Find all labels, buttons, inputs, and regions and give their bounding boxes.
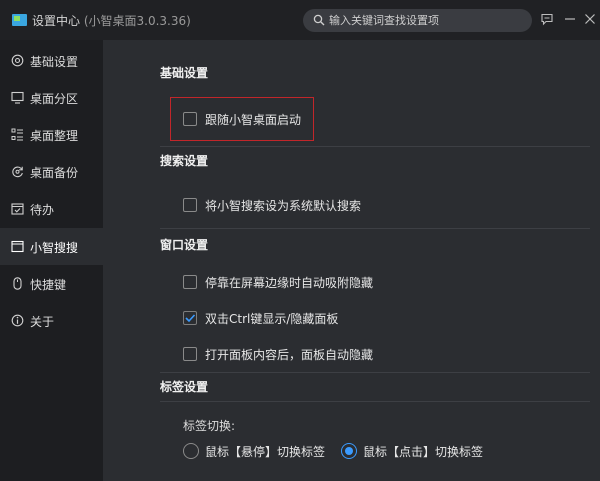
sidebar-item-label: 待办 xyxy=(30,203,55,217)
tab-switch-label: 标签切换: xyxy=(183,419,236,433)
sidebar-item-xiaozhi-search[interactable]: 小智搜搜 xyxy=(0,228,103,265)
sidebar: 基础设置 桌面分区 桌面整理 桌面备份 待办 小智搜搜 快捷键 关于 xyxy=(0,40,103,481)
calendar-check-icon xyxy=(11,203,24,215)
feedback-icon[interactable] xyxy=(540,12,554,26)
backup-icon xyxy=(12,166,23,178)
radio-label-click: 鼠标【点击】切换标签 xyxy=(363,445,484,459)
app-logo-icon xyxy=(12,14,27,26)
monitor-icon xyxy=(11,91,24,104)
sidebar-item-desktop-organize[interactable]: 桌面整理 xyxy=(0,116,103,153)
option-label: 停靠在屏幕边缘时自动吸附隐藏 xyxy=(205,276,374,290)
option-label: 双击Ctrl键显示/隐藏面板 xyxy=(205,312,339,326)
option-label: 打开面板内容后，面板自动隐藏 xyxy=(205,348,374,362)
checkbox[interactable] xyxy=(183,275,197,289)
divider xyxy=(160,372,590,373)
radio-click-switch[interactable] xyxy=(341,443,357,459)
close-icon[interactable] xyxy=(583,12,597,26)
sidebar-item-label: 桌面整理 xyxy=(30,129,79,143)
window-icon xyxy=(11,240,24,253)
divider xyxy=(160,146,590,147)
checkbox[interactable] xyxy=(183,311,197,325)
section-title-search: 搜索设置 xyxy=(160,154,209,168)
sidebar-item-desktop-partition[interactable]: 桌面分区 xyxy=(0,79,103,116)
window-title-text: 设置中心 xyxy=(32,14,81,28)
settings-circle-icon xyxy=(11,54,24,67)
checkbox[interactable] xyxy=(183,112,197,126)
search-input[interactable] xyxy=(329,9,524,32)
sidebar-item-shortcuts[interactable]: 快捷键 xyxy=(0,265,103,302)
mouse-icon xyxy=(13,277,22,290)
divider xyxy=(160,401,590,402)
search-icon xyxy=(313,14,325,26)
info-icon xyxy=(11,314,24,327)
window-title: 设置中心 (小智桌面3.0.3.36) xyxy=(32,12,191,29)
sidebar-item-label: 基础设置 xyxy=(30,55,79,69)
sidebar-item-basic-settings[interactable]: 基础设置 xyxy=(0,42,103,79)
section-title-tabs: 标签设置 xyxy=(160,380,209,394)
sidebar-item-label: 小智搜搜 xyxy=(30,241,79,255)
radio-label-hover: 鼠标【悬停】切换标签 xyxy=(205,445,326,459)
sidebar-item-about[interactable]: 关于 xyxy=(0,302,103,339)
app-version: (小智桌面3.0.3.36) xyxy=(83,14,191,28)
sidebar-item-label: 桌面分区 xyxy=(30,92,79,106)
sidebar-item-label: 快捷键 xyxy=(30,278,67,292)
option-label: 将小智搜索设为系统默认搜索 xyxy=(205,199,362,213)
minimize-icon[interactable] xyxy=(563,12,577,26)
option-label: 跟随小智桌面启动 xyxy=(205,113,302,127)
radio-hover-switch[interactable] xyxy=(183,443,199,459)
search-box[interactable] xyxy=(303,9,532,32)
organize-icon xyxy=(11,128,23,141)
sidebar-item-todo[interactable]: 待办 xyxy=(0,190,103,227)
section-title-basic: 基础设置 xyxy=(160,66,209,80)
divider xyxy=(160,228,590,229)
title-bar: 设置中心 (小智桌面3.0.3.36) xyxy=(0,0,600,40)
sidebar-item-label: 桌面备份 xyxy=(30,166,79,180)
checkmark-icon xyxy=(185,314,196,323)
sidebar-item-desktop-backup[interactable]: 桌面备份 xyxy=(0,153,103,190)
checkbox[interactable] xyxy=(183,198,197,212)
checkbox[interactable] xyxy=(183,347,197,361)
settings-panel: 基础设置 跟随小智桌面启动 搜索设置 将小智搜索设为系统默认搜索 窗口设置 停靠… xyxy=(103,40,600,481)
sidebar-item-label: 关于 xyxy=(30,315,55,329)
section-title-window: 窗口设置 xyxy=(160,238,209,252)
